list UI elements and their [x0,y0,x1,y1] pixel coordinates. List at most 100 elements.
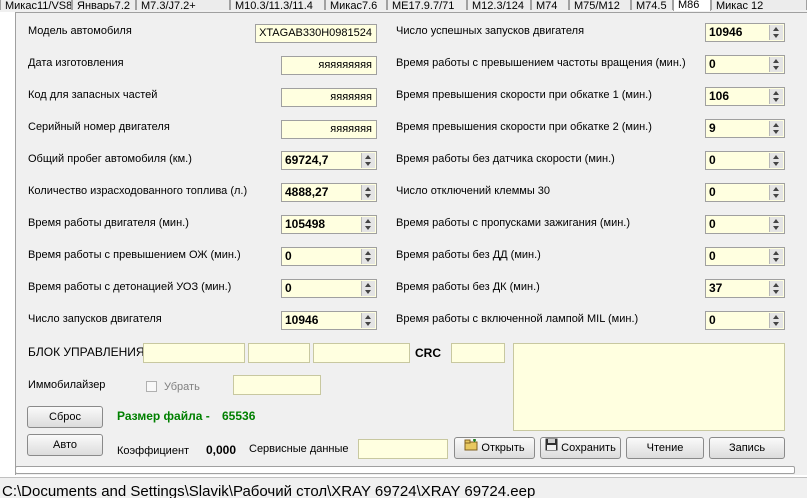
spin-down-icon[interactable] [365,194,371,198]
fuel-consumed-stepper[interactable]: 4888,27 [281,183,377,202]
tab-strip: Микас11/VS8 Январь7.2 M7.3/J7.2+ M10.3/1… [0,0,807,12]
manufacture-date-field[interactable]: яяяяяяяяя [281,56,377,75]
spin-down-icon[interactable] [365,290,371,294]
tab-me179[interactable]: ME17.9.7/71 [387,0,467,10]
tab-m86[interactable]: M86 [673,0,711,11]
spin-down-icon[interactable] [365,322,371,326]
tab-m123[interactable]: M12.3/124 [467,0,531,10]
spin-up-icon[interactable] [365,219,371,223]
tab-m75[interactable]: M75/M12 [569,0,631,10]
save-button[interactable]: Сохранить [540,437,621,459]
spin-down-icon[interactable] [773,322,779,326]
spin-buttons[interactable] [769,313,783,328]
reset-button[interactable]: Сброс [27,406,103,428]
spin-up-icon[interactable] [365,187,371,191]
spin-up-icon[interactable] [773,251,779,255]
spin-buttons[interactable] [769,25,783,40]
spin-buttons[interactable] [769,185,783,200]
auto-button[interactable]: Авто [27,434,103,456]
spin-down-icon[interactable] [773,258,779,262]
remove-immo-checkbox[interactable] [146,381,157,392]
spin-up-icon[interactable] [773,187,779,191]
no-dk-time-stepper[interactable]: 37 [705,279,785,298]
spin-up-icon[interactable] [773,123,779,127]
misfire-time-stepper[interactable]: 0 [705,215,785,234]
spin-up-icon[interactable] [773,219,779,223]
tab-m73[interactable]: M7.3/J7.2+ [136,0,230,10]
spin-buttons[interactable] [769,249,783,264]
spare-parts-code-field[interactable]: яяяяяяя [281,88,377,107]
spin-down-icon[interactable] [773,194,779,198]
tab-january72[interactable]: Январь7.2 [72,0,136,10]
spin-buttons[interactable] [361,185,375,200]
terminal30-disconnects-stepper[interactable]: 0 [705,183,785,202]
ecu-field-1[interactable] [143,343,245,363]
spin-buttons[interactable] [361,217,375,232]
mil-lamp-time-stepper[interactable]: 0 [705,311,785,330]
write-button[interactable]: Запись [709,437,785,459]
spin-down-icon[interactable] [365,258,371,262]
spin-down-icon[interactable] [365,162,371,166]
tab-mikas11[interactable]: Микас11/VS8 [0,0,72,10]
car-model-field[interactable]: XTAGAB330H0981524 [255,24,377,43]
ecu-field-2[interactable] [248,343,310,363]
status-bar: C:\Documents and Settings\Slavik\Рабочий… [0,477,807,498]
engine-runtime-stepper[interactable]: 105498 [281,215,377,234]
engine-starts-stepper[interactable]: 10946 [281,311,377,330]
spin-buttons[interactable] [769,153,783,168]
spin-buttons[interactable] [361,249,375,264]
spin-buttons[interactable] [769,217,783,232]
spin-down-icon[interactable] [773,34,779,38]
service-data-field[interactable] [358,439,448,459]
spin-up-icon[interactable] [365,251,371,255]
spin-buttons[interactable] [769,89,783,104]
spin-down-icon[interactable] [773,290,779,294]
spin-down-icon[interactable] [773,226,779,230]
ecu-field-3[interactable] [313,343,410,363]
successful-starts-stepper[interactable]: 10946 [705,23,785,42]
total-mileage-stepper[interactable]: 69724,7 [281,151,377,170]
no-dd-time-stepper[interactable]: 0 [705,247,785,266]
open-button[interactable]: Открыть [454,437,535,459]
tab-mikas76[interactable]: Микас7.6 [325,0,387,10]
breakin-speed-2-stepper[interactable]: 9 [705,119,785,138]
spin-up-icon[interactable] [365,155,371,159]
spin-buttons[interactable] [769,57,783,72]
spin-up-icon[interactable] [773,155,779,159]
field-label-fuel-consumed: Количество израсходованного топлива (л.) [28,185,248,197]
crc-field[interactable] [451,343,505,363]
spin-up-icon[interactable] [365,283,371,287]
spin-down-icon[interactable] [365,226,371,230]
spin-buttons[interactable] [361,313,375,328]
engine-serial-field[interactable]: яяяяяяя [281,120,377,139]
tab-m745[interactable]: M74.5 [631,0,673,10]
spin-down-icon[interactable] [773,66,779,70]
spin-down-icon[interactable] [773,98,779,102]
tab-m103[interactable]: M10.3/11.3/11.4 [230,0,325,10]
spin-up-icon[interactable] [773,59,779,63]
spin-buttons[interactable] [769,281,783,296]
overspeed-rpm-stepper[interactable]: 0 [705,55,785,74]
spin-down-icon[interactable] [773,130,779,134]
knock-time-stepper[interactable]: 0 [281,279,377,298]
field-label-coolant-overheat-time: Время работы с превышением ОЖ (мин.) [28,249,241,261]
spin-buttons[interactable] [361,153,375,168]
spin-up-icon[interactable] [773,283,779,287]
spin-up-icon[interactable] [773,91,779,95]
spin-up-icon[interactable] [773,315,779,319]
coolant-overheat-stepper[interactable]: 0 [281,247,377,266]
notes-area[interactable] [513,343,785,431]
spin-up-icon[interactable] [773,27,779,31]
open-button-label: Открыть [481,442,525,454]
spin-up-icon[interactable] [365,315,371,319]
read-button[interactable]: Чтение [626,437,704,459]
immobilizer-field[interactable] [233,375,321,395]
tab-m74[interactable]: M74 [531,0,569,10]
spin-buttons[interactable] [361,281,375,296]
spin-buttons[interactable] [769,121,783,136]
no-speed-sensor-stepper[interactable]: 0 [705,151,785,170]
spin-down-icon[interactable] [773,162,779,166]
breakin-speed-1-stepper[interactable]: 106 [705,87,785,106]
field-label-engine-serial: Серийный номер двигателя [28,121,170,133]
tab-mikas12[interactable]: Микас 12 [711,0,807,10]
